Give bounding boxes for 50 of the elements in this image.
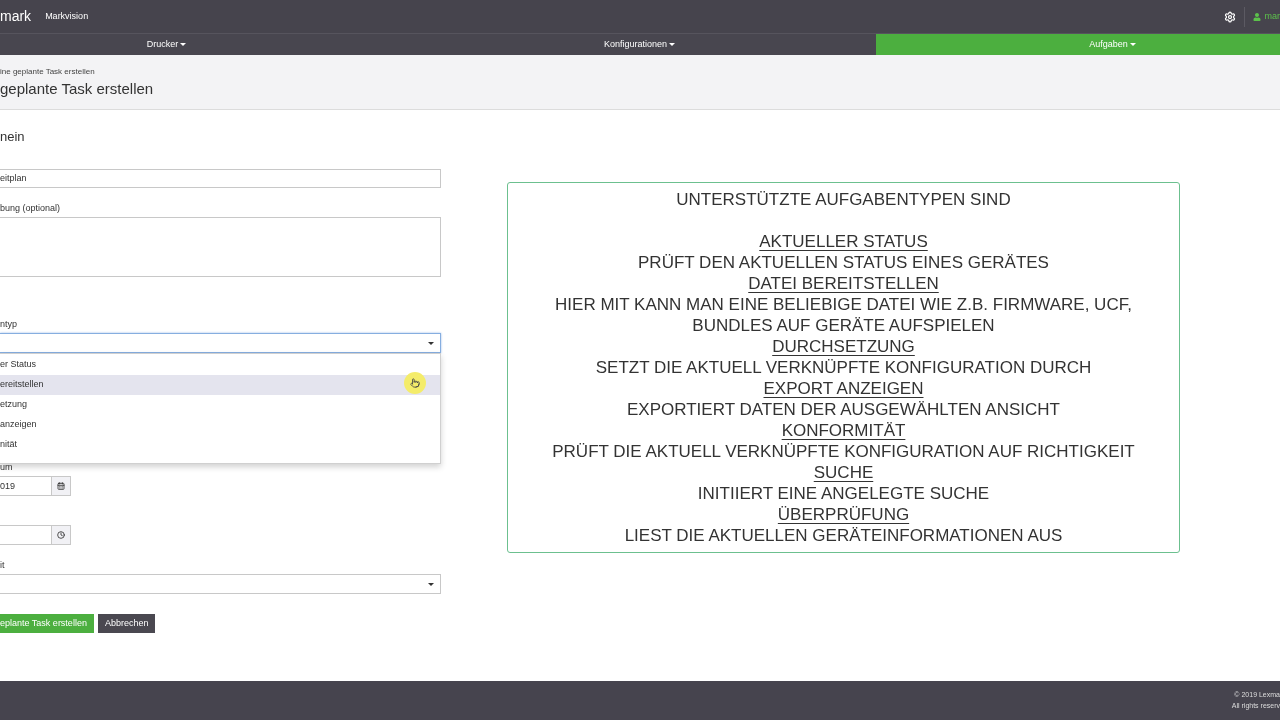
panel-title: UNTERSTÜTZTE AUFGABENTYPEN SIND bbox=[675, 189, 1012, 210]
select-field[interactable] bbox=[0, 574, 441, 594]
user-menu[interactable]: mar bbox=[1252, 9, 1280, 24]
task-type-description: INITIIERT EINE ANGELEGTE SUCHE bbox=[696, 483, 991, 504]
dropdown-option[interactable]: ereitstellen bbox=[0, 375, 440, 395]
field-label: it bbox=[0, 560, 6, 570]
task-type-description: HIER MIT KANN MAN EINE BELIEBIGE DATEI WIE Z.B. FIRMWARE, UCF, BUNDLES AUF GERÄTE AUFSPIELEN bbox=[554, 294, 1133, 336]
field-label: ntyp bbox=[0, 319, 18, 329]
caret-icon bbox=[428, 341, 434, 345]
task-type-heading: DATEI BEREITSTELLEN bbox=[748, 274, 939, 293]
section-title: nein bbox=[0, 129, 26, 145]
task-type-heading: KONFORMITÄT bbox=[781, 421, 906, 440]
app-name: Markvision bbox=[45, 9, 89, 23]
task-type-heading: EXPORT ANZEIGEN bbox=[763, 379, 924, 398]
task-type-description: LIEST DIE AKTUELLEN GERÄTEINFORMATIONEN AUS bbox=[623, 525, 1064, 546]
date-input[interactable]: 019 bbox=[0, 476, 52, 496]
dropdown-option[interactable]: nität bbox=[0, 435, 440, 455]
clock-button[interactable] bbox=[52, 525, 71, 545]
brand-logo[interactable]: mark bbox=[0, 6, 32, 27]
task-type-description: PRÜFT DEN AKTUELLEN STATUS EINES GERÄTES bbox=[637, 252, 1050, 273]
settings-icon[interactable] bbox=[1223, 10, 1236, 23]
cancel-button[interactable]: Abbrechen bbox=[97, 614, 156, 633]
task-type-description: EXPORTIERT DATEN DER AUSGEWÄHLTEN ANSICHT bbox=[626, 399, 1061, 420]
field-label: bung (optional) bbox=[0, 203, 62, 213]
page-title: geplante Task erstellen bbox=[0, 80, 155, 98]
caret-icon bbox=[180, 43, 187, 46]
calendar-button[interactable] bbox=[52, 476, 71, 496]
clock-icon bbox=[57, 531, 65, 539]
task-type-heading: DURCHSETZUNG bbox=[772, 337, 915, 356]
select-field[interactable] bbox=[0, 333, 441, 353]
task-type-heading: SUCHE bbox=[813, 463, 874, 482]
time-input[interactable] bbox=[0, 525, 52, 545]
task-type-description: SETZT DIE AKTUELL VERKNÜPFTE KONFIGURATION DURCH bbox=[594, 357, 1093, 378]
nav-tab[interactable]: Konfigurationen bbox=[403, 34, 876, 55]
breadcrumb: ine geplante Task erstellen bbox=[0, 66, 96, 77]
task-type-description: PRÜFT DIE AKTUELL VERKNÜPFTE KONFIGURATION AUF RICHTIGKEIT bbox=[551, 441, 1136, 462]
calendar-icon bbox=[57, 482, 65, 490]
caret-icon bbox=[428, 582, 434, 586]
caret-icon bbox=[1129, 43, 1136, 46]
dropdown-option[interactable]: er Status bbox=[0, 355, 440, 375]
text-input[interactable]: eitplan bbox=[0, 168, 441, 188]
dropdown-option[interactable]: etzung bbox=[0, 395, 440, 415]
caret-icon bbox=[669, 43, 676, 46]
field-label: um bbox=[0, 462, 14, 472]
nav-tab[interactable]: Drucker bbox=[0, 34, 403, 55]
dropdown-option[interactable]: anzeigen bbox=[0, 415, 440, 435]
task-type-heading: AKTUELLER STATUS bbox=[759, 232, 928, 251]
task-type-heading: ÜBERPRÜFUNG bbox=[777, 505, 910, 524]
textarea-field[interactable] bbox=[0, 217, 441, 277]
user-icon bbox=[1252, 12, 1261, 21]
